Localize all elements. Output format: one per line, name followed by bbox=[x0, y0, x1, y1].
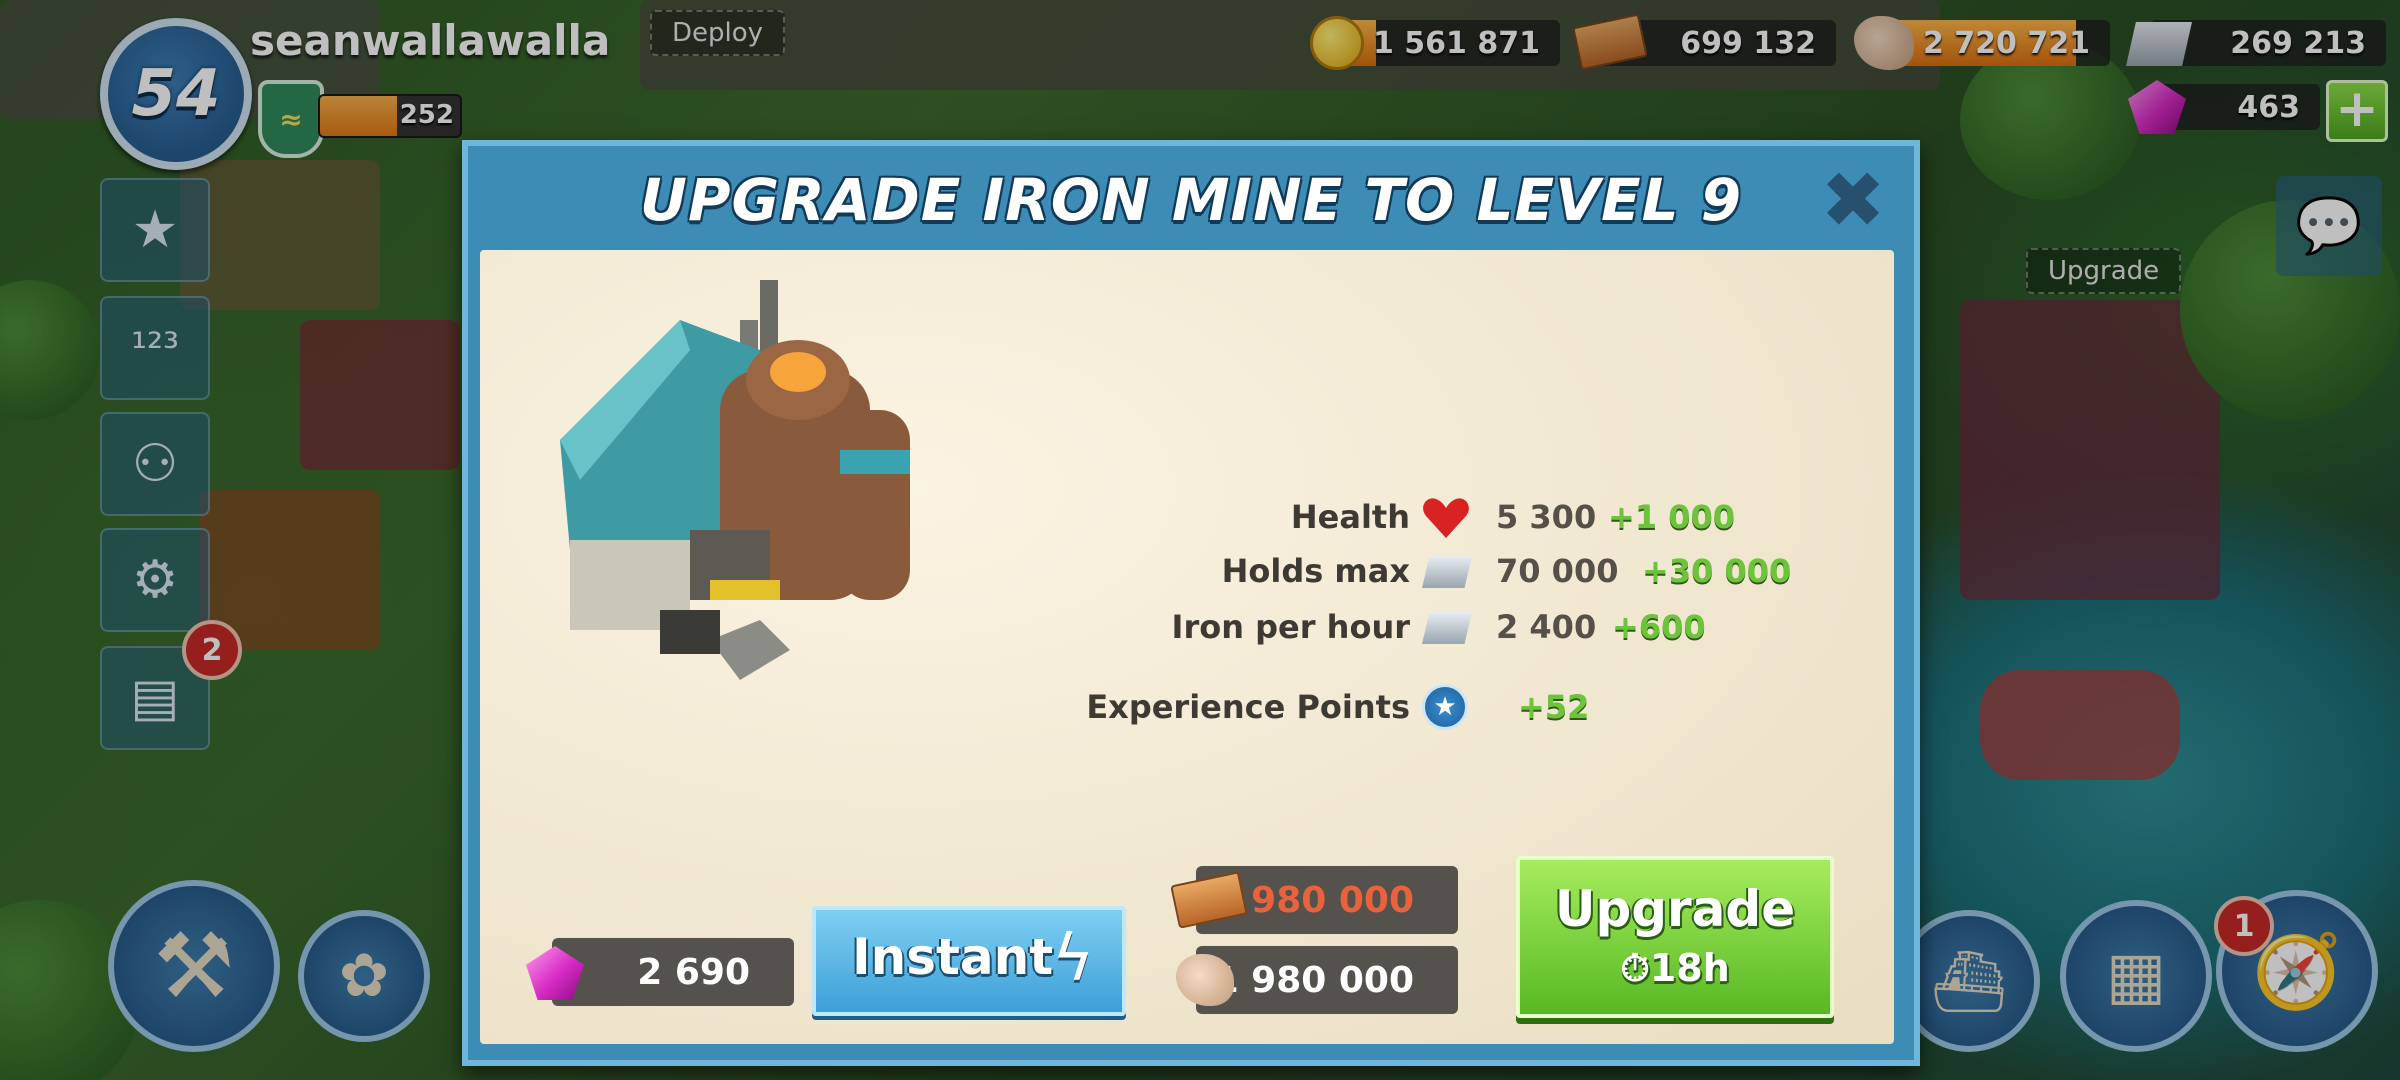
stat-bonus-experience: +52 bbox=[1518, 688, 1590, 726]
instant-upgrade-button[interactable]: Instant ϟ bbox=[812, 906, 1126, 1016]
stone-cost: 1 980 000 bbox=[1196, 946, 1458, 1014]
stat-value-holds-max: 70 000 bbox=[1496, 552, 1619, 590]
stat-label-iron-per-hour: Iron per hour bbox=[1171, 608, 1410, 646]
stat-value-iron-per-hour: 2 400 bbox=[1496, 608, 1597, 646]
dialog-title: UPGRADE IRON MINE TO LEVEL 9 bbox=[639, 166, 1743, 234]
heart-icon bbox=[1422, 496, 1470, 540]
stat-label-health: Health bbox=[1290, 498, 1410, 536]
stopwatch-icon: ⏱ bbox=[1620, 946, 1650, 990]
stat-bonus-health: +1 000 bbox=[1608, 498, 1736, 536]
upgrade-time-value: 18h bbox=[1649, 946, 1730, 990]
stat-label-experience: Experience Points bbox=[1086, 688, 1410, 726]
iron-mine-illustration bbox=[560, 280, 910, 680]
xp-star-icon: ★ bbox=[1422, 684, 1468, 730]
lightning-icon: ϟ bbox=[1052, 922, 1095, 996]
stone-cost-value: 1 980 000 bbox=[1213, 960, 1414, 1001]
instant-diamond-cost: 2 690 bbox=[552, 938, 794, 1006]
stat-value-health: 5 300 bbox=[1496, 498, 1597, 536]
upgrade-button[interactable]: Upgrade ⏱18h bbox=[1516, 856, 1834, 1018]
instant-diamond-cost-value: 2 690 bbox=[637, 952, 750, 993]
iron-icon bbox=[1422, 612, 1472, 644]
upgrade-label: Upgrade bbox=[1554, 880, 1796, 938]
close-button[interactable]: ✖ bbox=[1818, 162, 1888, 240]
stat-bonus-iron-per-hour: +600 bbox=[1612, 608, 1706, 646]
iron-icon bbox=[1422, 556, 1472, 588]
upgrade-time: ⏱18h bbox=[1520, 946, 1830, 991]
stat-bonus-holds-max: +30 000 bbox=[1642, 552, 1792, 590]
close-icon: ✖ bbox=[1820, 156, 1886, 246]
instant-label: Instant bbox=[852, 928, 1054, 986]
stat-label-holds-max: Holds max bbox=[1221, 552, 1410, 590]
